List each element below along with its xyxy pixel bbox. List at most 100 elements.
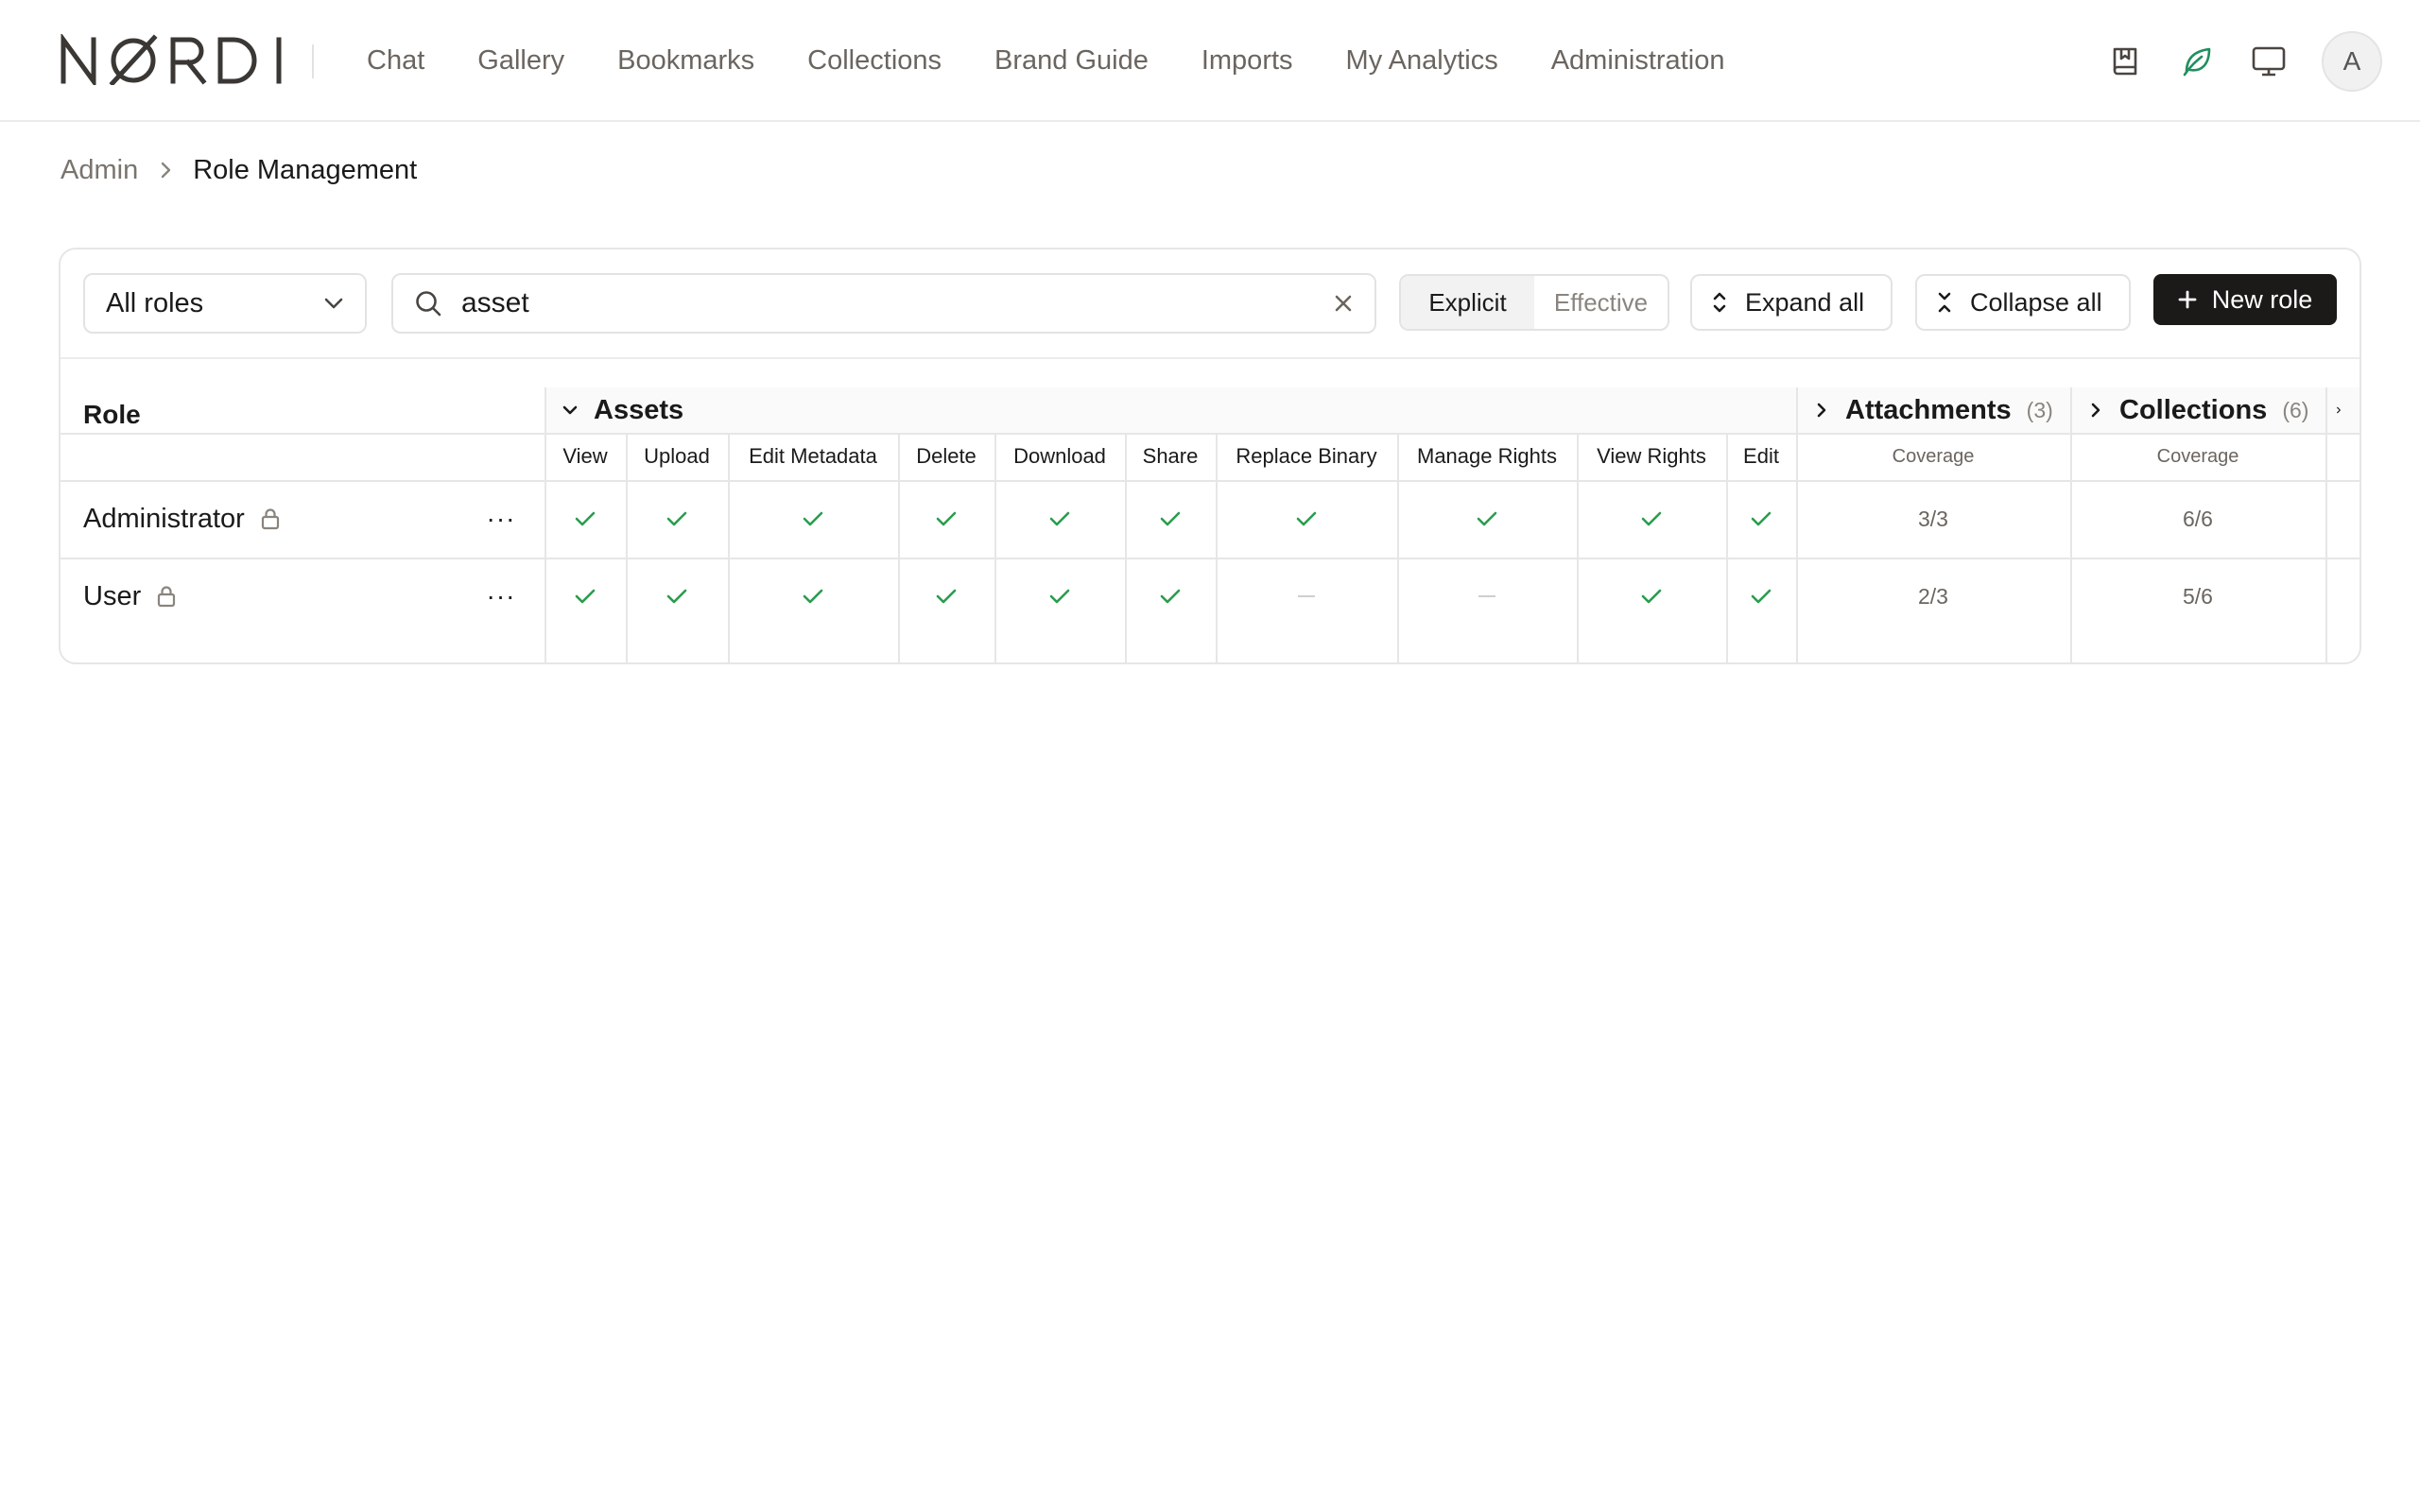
group-count: (3) bbox=[2026, 397, 2053, 422]
user-avatar[interactable]: A bbox=[2322, 30, 2382, 92]
collapse-all-button[interactable]: Collapse all bbox=[1915, 274, 2131, 331]
attachments-coverage[interactable]: 3/3 bbox=[1796, 480, 2070, 558]
chevron-down-icon bbox=[324, 298, 343, 309]
logo[interactable] bbox=[60, 34, 286, 85]
role-name-administrator[interactable]: Administrator bbox=[83, 480, 405, 558]
column-header-view: View bbox=[562, 444, 608, 468]
coverage-header-collections: Coverage bbox=[2156, 445, 2239, 467]
leaf-icon[interactable] bbox=[2178, 43, 2216, 80]
group-name: Assets bbox=[594, 394, 684, 425]
permission-cell-delete[interactable] bbox=[898, 480, 994, 558]
nav-item-imports[interactable]: Imports bbox=[1201, 45, 1293, 77]
permission-cell-upload[interactable] bbox=[626, 558, 728, 635]
role-name-label: Administrator bbox=[83, 503, 245, 534]
permission-cell-edit[interactable] bbox=[1726, 558, 1796, 635]
permission-cell-download[interactable] bbox=[994, 558, 1125, 635]
column-header-view-rights: View Rights bbox=[1597, 444, 1706, 468]
mode-explicit[interactable]: Explicit bbox=[1401, 276, 1534, 329]
permission-mode-toggle: Explicit Effective bbox=[1399, 274, 1669, 331]
permission-cell-replace-binary[interactable] bbox=[1216, 480, 1397, 558]
permission-cell-delete[interactable] bbox=[898, 558, 994, 635]
nav-item-chat[interactable]: Chat bbox=[367, 45, 424, 77]
check-icon bbox=[803, 589, 823, 604]
permissions-table: Role Assets Attachments (3) Collections (6) Vi… bbox=[60, 359, 2360, 662]
column-divider bbox=[2325, 387, 2327, 662]
group-name: Attachments bbox=[1845, 394, 2012, 425]
check-icon bbox=[936, 589, 957, 604]
permission-cell-view[interactable] bbox=[544, 558, 626, 635]
group-header-attachments[interactable]: Attachments (3) bbox=[1813, 387, 2065, 433]
clear-search-icon[interactable] bbox=[1333, 293, 1354, 314]
check-icon bbox=[1751, 511, 1772, 526]
expand-icon bbox=[1713, 292, 1726, 313]
group-header-collections[interactable]: Collections (6) bbox=[2087, 387, 2320, 433]
check-icon bbox=[1296, 511, 1317, 526]
check-icon bbox=[1160, 511, 1181, 526]
permission-cell-upload[interactable] bbox=[626, 480, 728, 558]
role-filter-value: All roles bbox=[106, 287, 204, 318]
main-nav: Chat Gallery Bookmarks Collections Brand… bbox=[367, 0, 1777, 122]
expand-all-label: Expand all bbox=[1745, 287, 1865, 317]
nav-item-my-analytics[interactable]: My Analytics bbox=[1346, 45, 1498, 77]
check-icon bbox=[1641, 511, 1662, 526]
breadcrumb: Admin Role Management bbox=[60, 153, 417, 187]
column-header-edit-metadata: Edit Metadata bbox=[749, 444, 877, 468]
book-icon[interactable] bbox=[2106, 43, 2144, 80]
mode-effective[interactable]: Effective bbox=[1534, 276, 1668, 329]
permission-cell-edit-metadata[interactable] bbox=[728, 558, 898, 635]
chevron-down-icon bbox=[562, 405, 578, 415]
lock-icon bbox=[158, 586, 176, 608]
permission-cell-download[interactable] bbox=[994, 480, 1125, 558]
expand-all-button[interactable]: Expand all bbox=[1690, 274, 1893, 331]
scroll-right-icon[interactable] bbox=[2335, 387, 2358, 433]
permission-cell-manage-rights[interactable] bbox=[1397, 558, 1577, 635]
permission-cell-edit[interactable] bbox=[1726, 480, 1796, 558]
collections-coverage[interactable]: 5/6 bbox=[2070, 558, 2325, 635]
permission-cell-share[interactable] bbox=[1125, 558, 1216, 635]
monitor-icon[interactable] bbox=[2250, 43, 2288, 80]
more-options-icon[interactable]: ··· bbox=[482, 480, 520, 558]
permission-cell-share[interactable] bbox=[1125, 480, 1216, 558]
permission-cell-view-rights[interactable] bbox=[1577, 480, 1726, 558]
permission-cell-replace-binary[interactable] bbox=[1216, 558, 1397, 635]
permission-cell-view-rights[interactable] bbox=[1577, 558, 1726, 635]
dash-icon bbox=[1478, 595, 1495, 597]
plus-icon bbox=[2178, 290, 2197, 309]
check-icon bbox=[1477, 511, 1497, 526]
check-icon bbox=[575, 511, 596, 526]
permission-cell-manage-rights[interactable] bbox=[1397, 480, 1577, 558]
group-count: (6) bbox=[2282, 397, 2309, 422]
check-icon bbox=[1160, 589, 1181, 604]
permission-cell-edit-metadata[interactable] bbox=[728, 480, 898, 558]
collapse-icon bbox=[1938, 292, 1951, 313]
nav-item-gallery[interactable]: Gallery bbox=[477, 45, 564, 77]
column-header-replace-binary: Replace Binary bbox=[1236, 444, 1377, 468]
collections-coverage[interactable]: 6/6 bbox=[2070, 480, 2325, 558]
attachments-coverage[interactable]: 2/3 bbox=[1796, 558, 2070, 635]
new-role-button[interactable]: New role bbox=[2153, 274, 2337, 325]
nav-item-administration[interactable]: Administration bbox=[1551, 45, 1725, 77]
role-name-label: User bbox=[83, 580, 142, 611]
role-name-user[interactable]: User bbox=[83, 558, 405, 635]
role-permissions-card: All roles Explicit Effective Expand all … bbox=[59, 248, 2361, 664]
group-header-assets[interactable]: Assets bbox=[562, 387, 1790, 433]
search-input[interactable] bbox=[461, 287, 1333, 319]
header-actions: A bbox=[2106, 0, 2382, 122]
check-icon bbox=[1641, 589, 1662, 604]
top-bar: Chat Gallery Bookmarks Collections Brand… bbox=[0, 0, 2420, 122]
more-options-icon[interactable]: ··· bbox=[482, 558, 520, 635]
collapse-all-label: Collapse all bbox=[1970, 287, 2102, 317]
role-filter-select[interactable]: All roles bbox=[83, 273, 367, 334]
nav-item-bookmarks[interactable]: Bookmarks bbox=[617, 45, 754, 77]
chevron-right-icon bbox=[2337, 406, 2341, 414]
chevron-right-icon bbox=[1817, 403, 1826, 418]
permission-cell-view[interactable] bbox=[544, 480, 626, 558]
nav-item-collections[interactable]: Collections bbox=[807, 45, 942, 77]
nav-item-brand-guide[interactable]: Brand Guide bbox=[994, 45, 1149, 77]
chevron-right-icon bbox=[2091, 403, 2100, 418]
toolbar: All roles Explicit Effective Expand all … bbox=[60, 249, 2360, 359]
column-header-manage-rights: Manage Rights bbox=[1417, 444, 1557, 468]
breadcrumb-admin-link[interactable]: Admin bbox=[60, 155, 138, 186]
dash-icon bbox=[1298, 595, 1315, 597]
group-name: Collections bbox=[2119, 394, 2268, 425]
